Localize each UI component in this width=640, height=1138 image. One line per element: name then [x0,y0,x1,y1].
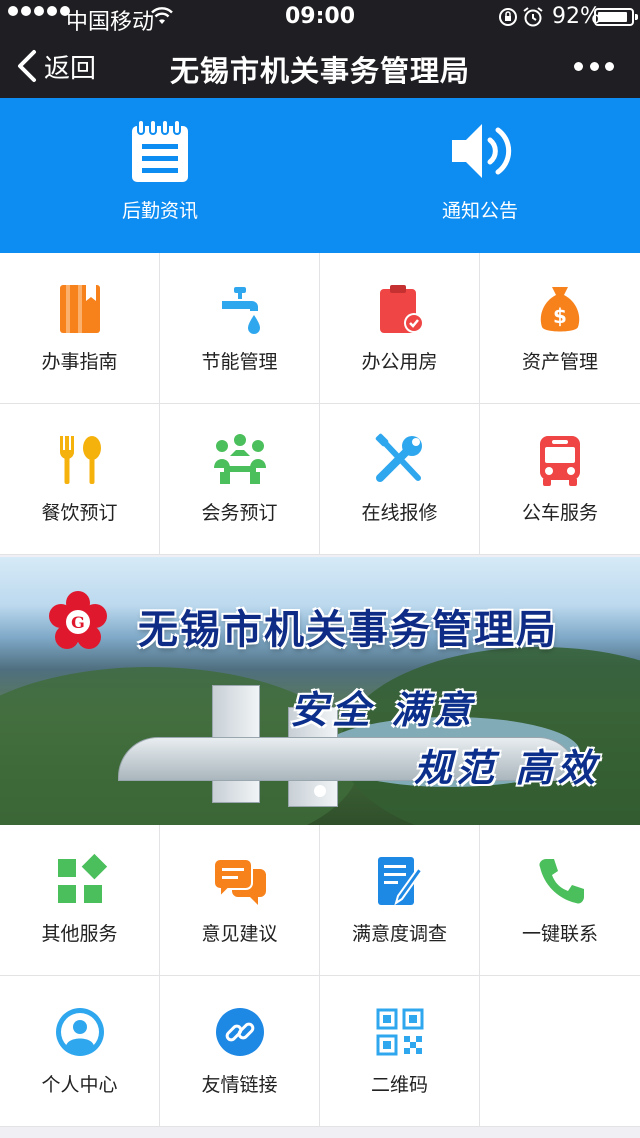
repair-tools-icon [375,433,422,482]
more-dots-icon[interactable] [574,54,614,78]
money-bag-icon: $ [540,287,580,332]
survey-edit-icon [377,857,423,906]
clock: 09:00 [284,4,356,29]
service-profile[interactable]: 个人中心 [0,976,160,1127]
service-label: 一键联系 [521,923,598,945]
service-label: 友情链接 [201,1074,278,1096]
service-label: 在线报修 [361,502,438,524]
notice-button[interactable]: 通知公告 [320,98,640,253]
top-band: 后勤资讯 通知公告 [0,98,640,253]
service-label: 办公用房 [361,351,438,373]
apps-grid-icon [57,853,107,903]
page-title: 无锡市机关事务管理局 [169,54,470,88]
guide-book-icon [59,285,100,333]
clipboard-check-icon [379,285,424,333]
service-label: 个人中心 [41,1074,118,1096]
service-label: 意见建议 [201,923,278,945]
banner-title: 无锡市机关事务管理局 [138,607,558,653]
status-bar: 中国移动 09:00 92% [0,0,640,35]
service-label: 办事指南 [41,351,118,373]
more-services-grid: 其他服务 意见建议 满意度调查 一键联系 个人中心 友情链接 二维码 [0,825,640,1127]
qr-code-icon [376,1008,423,1056]
battery-icon [594,8,638,26]
notice-label: 通知公告 [441,200,518,222]
service-contact[interactable]: 一键联系 [480,825,640,976]
service-label: 节能管理 [201,351,278,373]
banner-slogan-1: 安全 满意 [290,687,476,732]
logistics-news-button[interactable]: 后勤资讯 [0,98,320,253]
service-links[interactable]: 友情链接 [160,976,320,1127]
service-guide[interactable]: 办事指南 [0,253,160,404]
service-qrcode[interactable]: 二维码 [320,976,480,1127]
service-survey[interactable]: 满意度调查 [320,825,480,976]
water-tap-icon [221,287,260,334]
svg-text:$: $ [553,304,567,328]
service-label: 其他服务 [41,923,118,945]
service-label: 会务预订 [201,502,278,524]
carousel-indicator [314,785,326,797]
banner-slogan-2: 规范 高效 [414,745,600,790]
service-assets[interactable]: $ 资产管理 [480,253,640,404]
service-label: 资产管理 [521,351,598,373]
chat-bubbles-icon [212,858,266,905]
notepad-icon [132,119,188,182]
meeting-icon [213,434,266,484]
empty-cell [480,976,640,1127]
rotation-lock-icon [499,8,517,26]
fork-spoon-icon [59,436,101,484]
speaker-icon [452,124,512,178]
logistics-news-label: 后勤资讯 [121,200,198,222]
service-label: 二维码 [370,1074,428,1096]
service-office[interactable]: 办公用房 [320,253,480,404]
promo-banner[interactable]: G 无锡市机关事务管理局 安全 满意 规范 高效 [0,557,640,825]
nav-bar: 返回 无锡市机关事务管理局 [0,34,640,98]
alarm-icon [523,7,543,27]
service-dining[interactable]: 餐饮预订 [0,404,160,555]
service-energy[interactable]: 节能管理 [160,253,320,404]
svg-text:G: G [71,613,85,632]
service-label: 餐饮预订 [41,502,118,524]
link-icon [215,1008,264,1056]
service-label: 满意度调查 [351,923,447,945]
phone-icon [539,859,584,904]
emblem-logo: G [49,591,107,649]
bus-icon [540,436,580,486]
user-profile-icon [55,1008,104,1056]
service-feedback[interactable]: 意见建议 [160,825,320,976]
service-repair[interactable]: 在线报修 [320,404,480,555]
service-meeting[interactable]: 会务预订 [160,404,320,555]
service-bus[interactable]: 公车服务 [480,404,640,555]
service-grid: 办事指南 节能管理 办公用房 $ 资产管理 餐饮预订 会务预订 在线报修 公车服… [0,253,640,555]
service-label: 公车服务 [521,502,598,524]
service-other[interactable]: 其他服务 [0,825,160,976]
